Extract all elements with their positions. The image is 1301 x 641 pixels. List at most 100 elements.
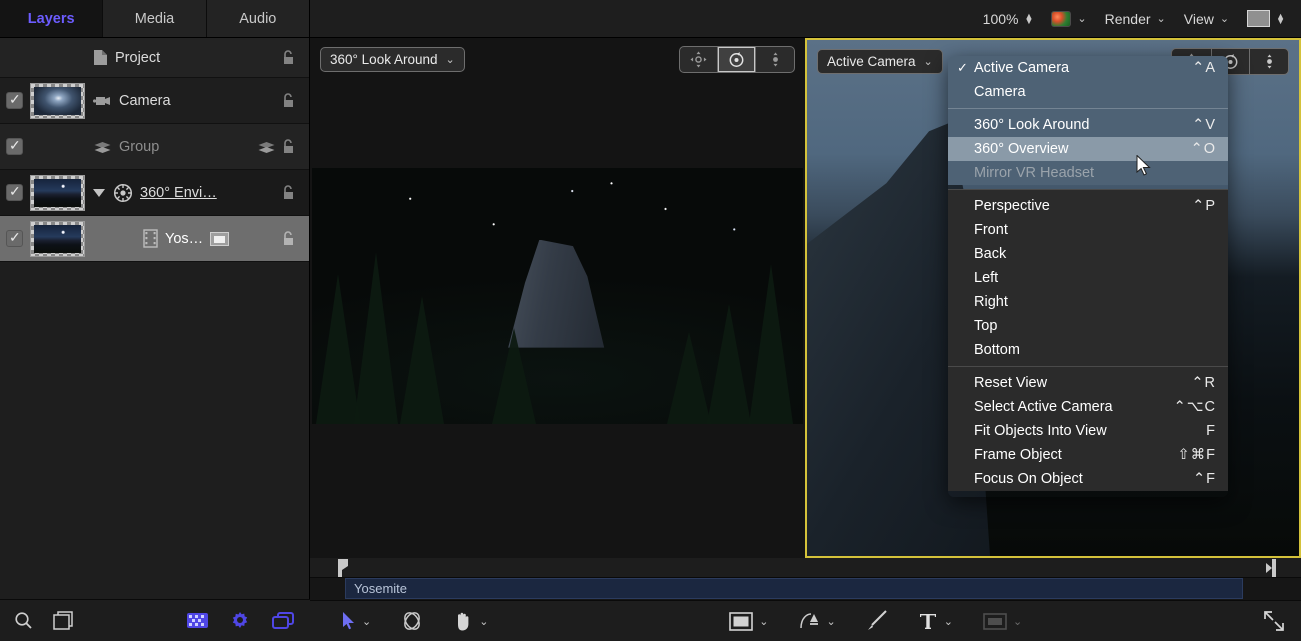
- select-tool[interactable]: ⌄: [342, 612, 371, 630]
- chevron-down-icon: ⌄: [924, 55, 933, 68]
- layer-thumbnail: [30, 175, 85, 211]
- layer-row-360-environment[interactable]: 360° Envi…: [0, 170, 309, 216]
- playhead-icon[interactable]: [337, 559, 349, 577]
- search-icon[interactable]: [14, 611, 33, 630]
- menu-item-label: Right: [974, 294, 1008, 310]
- layer-visibility-checkbox[interactable]: [6, 138, 23, 155]
- layers-stack-icon[interactable]: [272, 611, 294, 631]
- menu-item-right[interactable]: Right: [948, 290, 1228, 314]
- timeline-clip-yosemite[interactable]: Yosemite: [345, 578, 1243, 599]
- menu-item-focus-on-object[interactable]: Focus On Object ⌃F: [948, 467, 1228, 491]
- menu-item-360-overview[interactable]: 360° Overview ⌃O: [948, 137, 1228, 161]
- layer-row-camera[interactable]: Camera: [0, 78, 309, 124]
- menu-item-label: 360° Overview: [974, 141, 1068, 157]
- layer-label-group: Group: [93, 139, 257, 155]
- chevron-down-icon[interactable]: ⌄: [1013, 615, 1022, 628]
- menu-separator: [948, 366, 1228, 367]
- viewport-left[interactable]: 360° Look Around ⌄: [310, 38, 805, 558]
- timeline-ruler[interactable]: [310, 558, 1301, 578]
- menu-item-label: Select Active Camera: [974, 399, 1113, 415]
- disclosure-triangle-icon[interactable]: [93, 189, 105, 197]
- timeline: Yosemite: [310, 558, 1301, 600]
- unlocked-icon[interactable]: [280, 231, 297, 246]
- transform-3d-icon[interactable]: [401, 611, 423, 631]
- menu-item-bottom[interactable]: Bottom: [948, 338, 1228, 362]
- chevron-down-icon[interactable]: ⌄: [479, 615, 488, 628]
- menu-item-shortcut: ⌃⌥C: [1154, 399, 1216, 415]
- menu-item-front[interactable]: Front: [948, 218, 1228, 242]
- timeline-track: Yosemite: [310, 578, 1301, 599]
- unlocked-icon[interactable]: [280, 50, 297, 65]
- bezier-pen-icon[interactable]: [799, 610, 821, 632]
- zoom-level-control[interactable]: 100% ▲▼: [983, 11, 1034, 27]
- menu-item-back[interactable]: Back: [948, 242, 1228, 266]
- unlocked-icon[interactable]: [280, 185, 297, 200]
- layer-visibility-checkbox[interactable]: [6, 92, 23, 109]
- pan-hand-icon[interactable]: [453, 611, 473, 631]
- chevron-down-icon[interactable]: ⌄: [362, 615, 371, 628]
- layer-label-group: Yos…: [93, 229, 280, 248]
- resize-handle[interactable]: [1263, 610, 1285, 632]
- select-arrow-icon[interactable]: [342, 612, 356, 630]
- menu-item-frame-object[interactable]: Frame Object ⇧⌘F: [948, 443, 1228, 467]
- unlocked-icon[interactable]: [280, 93, 297, 108]
- dolly-icon[interactable]: [756, 47, 794, 72]
- tab-media[interactable]: Media: [103, 0, 206, 37]
- chevron-down-icon[interactable]: ⌄: [944, 615, 953, 628]
- layer-name[interactable]: 360° Envi…: [140, 185, 217, 201]
- view-camera-menu[interactable]: ✓ Active Camera ⌃A Camera 360° Look Arou…: [948, 56, 1228, 497]
- menu-item-label: Mirror VR Headset: [974, 165, 1094, 181]
- bottom-toolbar: ⌄ ⌄ ⌄: [310, 600, 1301, 641]
- text-tool[interactable]: ⌄: [918, 611, 953, 631]
- unlocked-icon[interactable]: [280, 139, 297, 154]
- layer-visibility-checkbox[interactable]: [6, 230, 23, 247]
- menu-item-top[interactable]: Top: [948, 314, 1228, 338]
- tab-audio[interactable]: Audio: [207, 0, 309, 37]
- color-channel-control[interactable]: ⌄: [1051, 11, 1086, 27]
- layout-icon[interactable]: [53, 611, 73, 631]
- menu-item-active-camera[interactable]: ✓ Active Camera ⌃A: [948, 56, 1228, 80]
- mask-tool[interactable]: ⌄: [983, 613, 1022, 630]
- render-menu-button[interactable]: Render ⌄: [1105, 11, 1166, 27]
- menu-item-camera[interactable]: Camera: [948, 80, 1228, 104]
- resize-icon[interactable]: [1263, 610, 1285, 632]
- view-mode-popup-left[interactable]: 360° Look Around ⌄: [320, 47, 465, 72]
- menu-item-label: Perspective: [974, 198, 1050, 214]
- layer-row-group[interactable]: Group: [0, 124, 309, 170]
- shape-tool[interactable]: ⌄: [729, 612, 768, 631]
- layers-list: Project Camera: [0, 38, 309, 598]
- menu-item-select-active-camera[interactable]: Select Active Camera ⌃⌥C: [948, 395, 1228, 419]
- view-menu-button[interactable]: View ⌄: [1184, 11, 1229, 27]
- menu-item-mirror-vr-headset: Mirror VR Headset: [948, 161, 1228, 185]
- pan-icon[interactable]: [680, 47, 718, 72]
- menu-item-360-look-around[interactable]: 360° Look Around ⌃V: [948, 113, 1228, 137]
- gear-icon[interactable]: [230, 611, 250, 631]
- menu-item-left[interactable]: Left: [948, 266, 1228, 290]
- paint-stroke-icon[interactable]: [866, 610, 888, 632]
- out-point-marker-icon[interactable]: [1265, 559, 1277, 577]
- menu-item-fit-objects-into-view[interactable]: Fit Objects Into View F: [948, 419, 1228, 443]
- camera-icon: [93, 94, 112, 108]
- pan-hand-tool[interactable]: ⌄: [453, 611, 488, 631]
- layer-row-project[interactable]: Project: [0, 38, 309, 78]
- checkerboard-icon[interactable]: [187, 611, 208, 631]
- layer-visibility-checkbox[interactable]: [6, 184, 23, 201]
- canvas-topbar: 100% ▲▼ ⌄ Render ⌄ View ⌄ ▲▼: [310, 0, 1301, 38]
- menu-item-perspective[interactable]: Perspective ⌃P: [948, 194, 1228, 218]
- chevron-down-icon[interactable]: ⌄: [827, 615, 836, 628]
- menu-item-reset-view[interactable]: Reset View ⌃R: [948, 371, 1228, 395]
- viewport-layout-control[interactable]: ▲▼: [1247, 10, 1285, 27]
- bezier-tool[interactable]: ⌄: [799, 610, 836, 632]
- shape-rect-icon[interactable]: [729, 612, 753, 631]
- transform-3d-tool[interactable]: [401, 611, 423, 631]
- mask-rect-icon[interactable]: [983, 613, 1007, 630]
- view-mode-popup-right-label: Active Camera: [827, 54, 916, 69]
- dolly-icon[interactable]: [1250, 49, 1288, 74]
- chevron-down-icon[interactable]: ⌄: [759, 615, 768, 628]
- layer-row-yosemite[interactable]: Yos…: [0, 216, 309, 262]
- paint-stroke-tool[interactable]: [866, 610, 888, 632]
- tab-layers[interactable]: Layers: [0, 0, 103, 37]
- view-mode-popup-right[interactable]: Active Camera ⌄: [817, 49, 943, 74]
- orbit-icon[interactable]: [718, 47, 756, 72]
- panel-tabbar: Layers Media Audio: [0, 0, 309, 38]
